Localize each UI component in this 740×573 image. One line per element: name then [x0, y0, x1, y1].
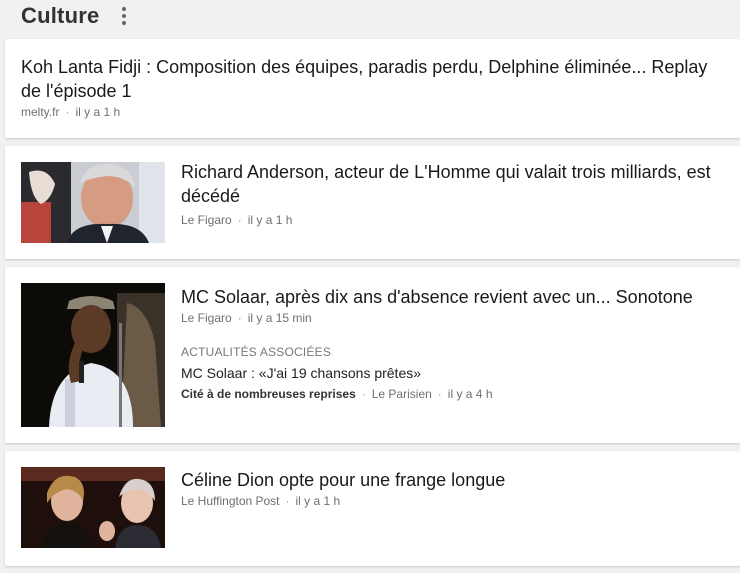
more-options-icon[interactable]	[116, 6, 132, 26]
article-meta: melty.fr · il y a 1 h	[21, 105, 121, 119]
article-meta: Le Huffington Post · il y a 1 h	[181, 494, 341, 508]
article-card: Koh Lanta Fidji : Composition des équipe…	[5, 39, 740, 138]
article-card: Céline Dion opte pour une frange longue …	[5, 451, 740, 566]
article-time: il y a 15 min	[247, 311, 312, 325]
article-card: Richard Anderson, acteur de L'Homme qui …	[5, 146, 740, 259]
celebrity-image	[21, 467, 165, 548]
article-headline[interactable]: MC Solaar, après dix ans d'absence revie…	[181, 285, 731, 309]
article-source[interactable]: Le Huffington Post	[181, 494, 280, 508]
article-source[interactable]: melty.fr	[21, 105, 59, 119]
article-source[interactable]: Le Figaro	[181, 213, 232, 227]
article-card: MC Solaar, après dix ans d'absence revie…	[5, 267, 740, 443]
article-time: il y a 1 h	[247, 213, 293, 227]
article-meta: Le Figaro · il y a 15 min	[181, 311, 312, 325]
related-article-title[interactable]: MC Solaar : «J'ai 19 chansons prêtes»	[181, 365, 421, 381]
section-header: Culture	[0, 0, 740, 34]
article-meta: Le Figaro · il y a 1 h	[181, 213, 293, 227]
related-article-source[interactable]: Le Parisien	[372, 387, 432, 401]
article-source[interactable]: Le Figaro	[181, 311, 232, 325]
cited-many-times-link[interactable]: Cité à de nombreuses reprises	[181, 387, 356, 401]
article-thumbnail[interactable]	[21, 162, 165, 243]
article-time: il y a 1 h	[295, 494, 341, 508]
article-thumbnail[interactable]	[21, 467, 165, 548]
related-news-label: ACTUALITÉS ASSOCIÉES	[181, 345, 332, 359]
related-article-meta: Cité à de nombreuses reprises · Le Parisie…	[181, 387, 493, 401]
section-title: Culture	[21, 3, 100, 28]
related-article-time: il y a 4 h	[447, 387, 493, 401]
portrait-image	[21, 162, 165, 243]
performer-image	[21, 283, 165, 427]
article-thumbnail[interactable]	[21, 283, 165, 427]
article-headline[interactable]: Koh Lanta Fidji : Composition des équipe…	[21, 55, 731, 103]
article-headline[interactable]: Céline Dion opte pour une frange longue	[181, 468, 731, 492]
article-headline[interactable]: Richard Anderson, acteur de L'Homme qui …	[181, 160, 731, 208]
article-time: il y a 1 h	[75, 105, 121, 119]
